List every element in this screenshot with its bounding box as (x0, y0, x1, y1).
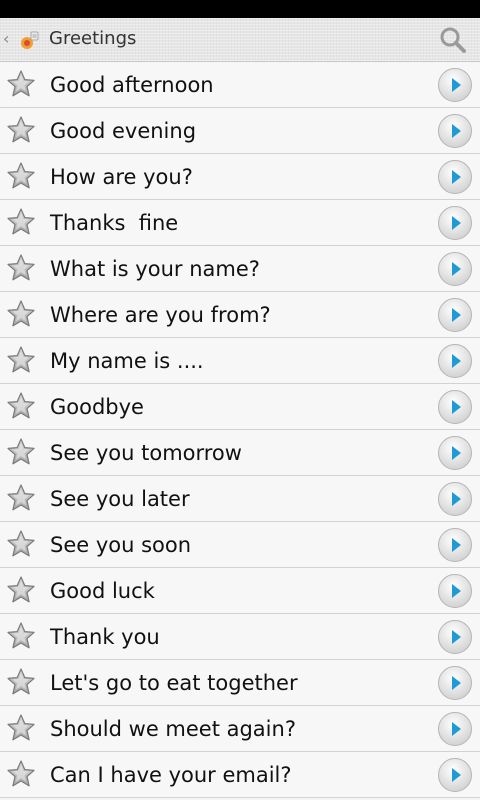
list-item[interactable]: Thank you (0, 614, 480, 660)
app-logo-icon[interactable] (17, 28, 41, 52)
phrase-label: How are you? (50, 165, 193, 189)
list-item[interactable]: Let's go to eat together (0, 660, 480, 706)
star-icon[interactable] (6, 345, 36, 375)
star-icon[interactable] (6, 391, 36, 421)
play-icon[interactable] (437, 435, 473, 471)
phrase-label: Thanks fine (50, 211, 179, 235)
search-button[interactable] (436, 23, 470, 57)
play-icon[interactable] (437, 711, 473, 747)
star-icon[interactable] (6, 713, 36, 743)
list-item[interactable]: Should we meet again? (0, 706, 480, 752)
star-icon[interactable] (6, 575, 36, 605)
list-item[interactable]: See you soon (0, 522, 480, 568)
play-icon[interactable] (437, 573, 473, 609)
star-icon[interactable] (6, 69, 36, 99)
phrase-label: Where are you from? (50, 303, 271, 327)
list-item[interactable]: See you later (0, 476, 480, 522)
star-icon[interactable] (6, 207, 36, 237)
phrase-list: Good afternoon Good evening How are you?… (0, 62, 480, 798)
list-item[interactable]: Good luck (0, 568, 480, 614)
search-icon (440, 27, 466, 53)
play-icon[interactable] (437, 297, 473, 333)
play-icon[interactable] (437, 205, 473, 241)
up-caret-icon[interactable]: ‹ (3, 30, 13, 48)
star-icon[interactable] (6, 253, 36, 283)
list-item[interactable]: Goodbye (0, 384, 480, 430)
list-item[interactable]: Good evening (0, 108, 480, 154)
list-item[interactable]: See you tomorrow (0, 430, 480, 476)
list-item[interactable]: Can I have your email? (0, 752, 480, 798)
list-item[interactable]: What is your name? (0, 246, 480, 292)
star-icon[interactable] (6, 529, 36, 559)
play-icon[interactable] (437, 481, 473, 517)
phrase-label: Good evening (50, 119, 197, 143)
page-title: Greetings (49, 28, 137, 49)
phrase-label: What is your name? (50, 257, 260, 281)
action-bar: ‹ Greetings (0, 18, 480, 62)
phrase-label: See you soon (50, 533, 192, 557)
phrase-label: Let's go to eat together (50, 671, 298, 695)
play-icon[interactable] (437, 757, 473, 793)
star-icon[interactable] (6, 161, 36, 191)
star-icon[interactable] (6, 437, 36, 467)
play-icon[interactable] (437, 343, 473, 379)
play-icon[interactable] (437, 527, 473, 563)
play-icon[interactable] (437, 159, 473, 195)
star-icon[interactable] (6, 621, 36, 651)
star-icon[interactable] (6, 115, 36, 145)
list-item[interactable]: How are you? (0, 154, 480, 200)
phrase-label: Good luck (50, 579, 155, 603)
star-icon[interactable] (6, 667, 36, 697)
star-icon[interactable] (6, 759, 36, 789)
play-icon[interactable] (437, 67, 473, 103)
play-icon[interactable] (437, 389, 473, 425)
phrase-label: Should we meet again? (50, 717, 296, 741)
phrase-label: Thank you (50, 625, 160, 649)
play-icon[interactable] (437, 619, 473, 655)
status-bar (0, 0, 480, 18)
phrase-label: My name is .... (50, 349, 204, 373)
star-icon[interactable] (6, 299, 36, 329)
play-icon[interactable] (437, 665, 473, 701)
star-icon[interactable] (6, 483, 36, 513)
phrase-label: Can I have your email? (50, 763, 292, 787)
play-icon[interactable] (437, 113, 473, 149)
phrase-label: Good afternoon (50, 73, 214, 97)
phrase-label: See you later (50, 487, 190, 511)
play-icon[interactable] (437, 251, 473, 287)
phrase-label: See you tomorrow (50, 441, 242, 465)
list-item[interactable]: Thanks fine (0, 200, 480, 246)
list-item[interactable]: Good afternoon (0, 62, 480, 108)
list-item[interactable]: Where are you from? (0, 292, 480, 338)
list-item[interactable]: My name is .... (0, 338, 480, 384)
phrase-label: Goodbye (50, 395, 144, 419)
